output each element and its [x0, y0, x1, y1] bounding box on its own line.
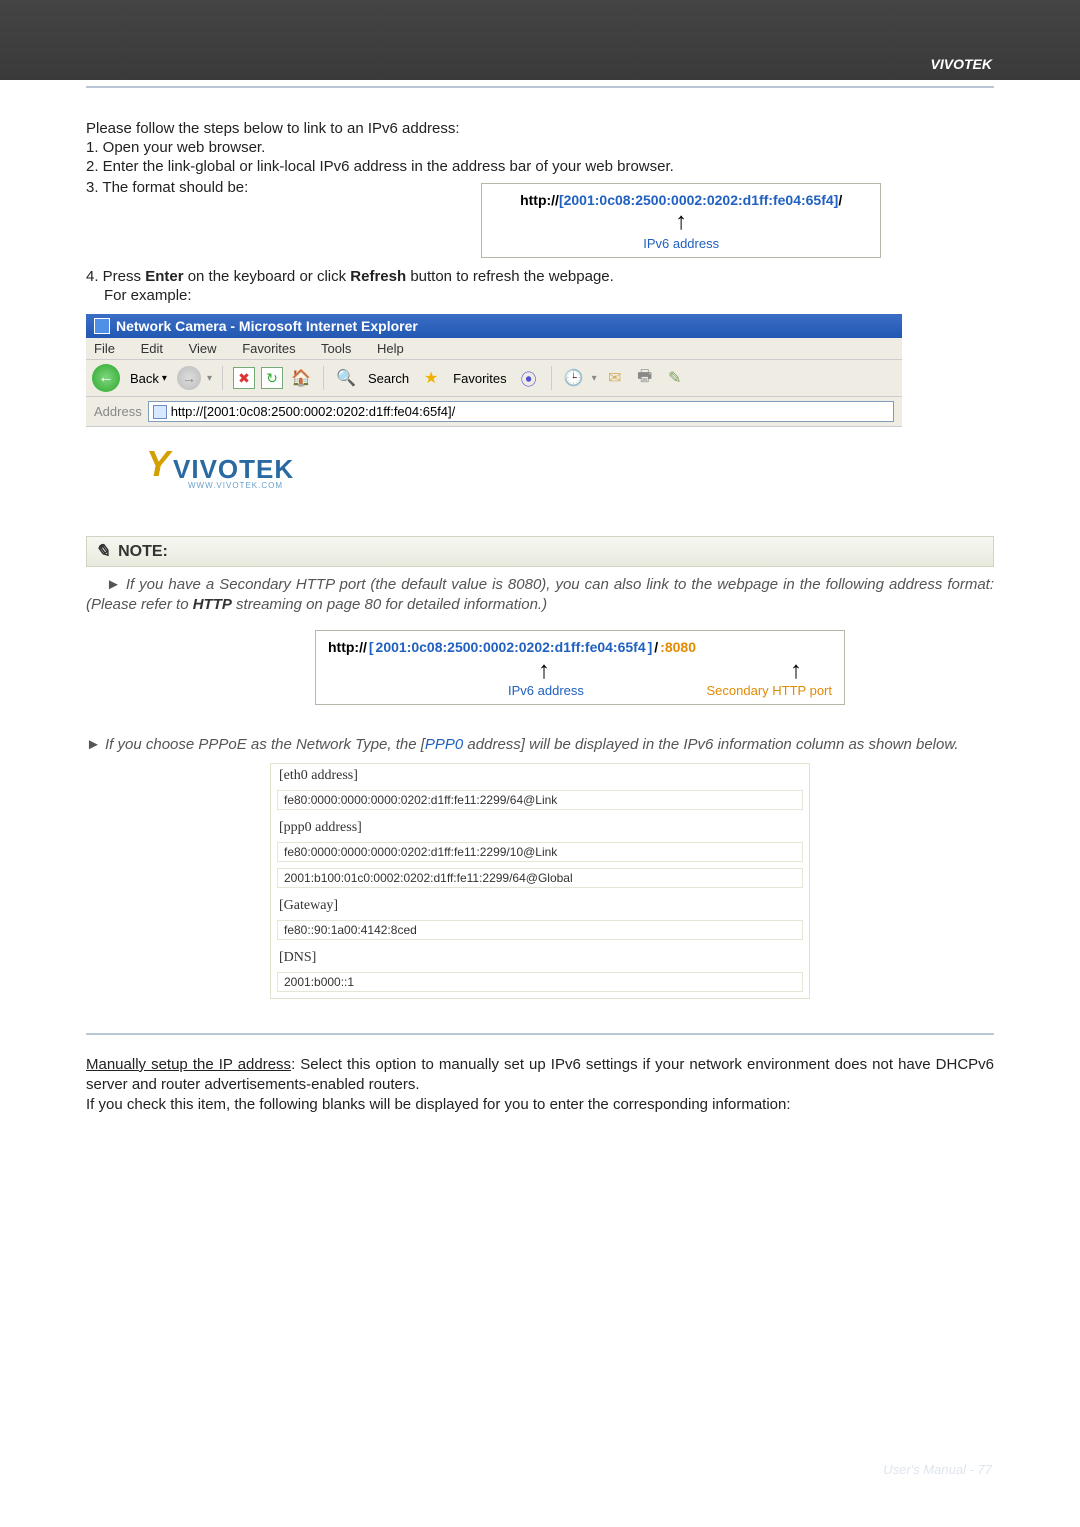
ppp0-value-2: 2001:b100:01c0:0002:0202:d1ff:fe11:2299/… [277, 868, 803, 888]
note-p1c: streaming on page 80 for detailed inform… [232, 596, 547, 613]
mail-icon[interactable]: ✉ [603, 366, 627, 390]
step-4b: For example: [104, 287, 994, 304]
menu-help[interactable]: Help [377, 341, 404, 356]
ipv6-label: IPv6 address [494, 236, 868, 251]
note-icon: ✎ [95, 541, 110, 562]
dns-value: 2001:b000::1 [277, 972, 803, 992]
note-header: ✎ NOTE: [86, 536, 994, 567]
menu-file[interactable]: File [94, 341, 115, 356]
dns-header: [DNS] [271, 946, 809, 970]
url-prefix: http:// [520, 192, 559, 208]
url2-port: :8080 [660, 639, 696, 655]
back-button[interactable]: Back ▾ [126, 369, 171, 388]
url-addr: 2001:0c08:2500:0002:0202:d1ff:fe04:65f4 [564, 192, 834, 208]
brand-label: VIVOTEK [931, 56, 992, 72]
note-p2a: ► If you choose PPPoE as the Network Typ… [86, 736, 425, 753]
ipv6-url-box: http://[2001:0c08:2500:0002:0202:d1ff:fe… [481, 183, 881, 258]
divider-mid [86, 1033, 994, 1035]
url2-prefix: http:// [328, 639, 367, 655]
address-input[interactable]: http://[2001:0c08:2500:0002:0202:d1ff:fe… [148, 401, 894, 422]
ie-titlebar: Network Camera - Microsoft Internet Expl… [86, 314, 902, 338]
ipv6-info-table: [eth0 address] fe80:0000:0000:0000:0202:… [270, 763, 810, 999]
address-label: Address [94, 404, 142, 419]
history-icon[interactable]: 🕒 [562, 366, 586, 390]
refresh-icon[interactable]: ↻ [261, 367, 283, 389]
page-footer: User's Manual - 77 [883, 1462, 992, 1477]
favorites-button[interactable]: Favorites [449, 369, 510, 388]
address-value: http://[2001:0c08:2500:0002:0202:d1ff:fe… [171, 404, 456, 419]
eth0-header: [eth0 address] [271, 764, 809, 788]
step-2: 2. Enter the link-global or link-local I… [86, 158, 994, 175]
intro-line: Please follow the steps below to link to… [86, 120, 994, 137]
step-1: 1. Open your web browser. [86, 139, 994, 156]
media-icon[interactable]: ⦿ [517, 366, 541, 390]
note-title: NOTE: [118, 543, 168, 561]
step-3: 3. The format should be: [86, 179, 248, 196]
url2-suffix: / [654, 639, 658, 655]
toolbar-sep-1 [222, 366, 223, 390]
arrow-up-icon: ↑ [494, 210, 868, 234]
url2-close: ] [648, 639, 653, 655]
ipv6-url: http://[2001:0c08:2500:0002:0202:d1ff:fe… [494, 192, 868, 208]
toolbar-sep-2 [323, 366, 324, 390]
gateway-value: fe80::90:1a00:4142:8ced [277, 920, 803, 940]
note-paragraph-1: ► If you have a Secondary HTTP port (the… [86, 575, 994, 616]
note-p1b: HTTP [193, 596, 232, 613]
forward-icon[interactable]: → [177, 366, 201, 390]
forward-dropdown[interactable]: ▾ [207, 373, 212, 384]
gateway-header: [Gateway] [271, 894, 809, 918]
ie-window: Network Camera - Microsoft Internet Expl… [86, 314, 902, 500]
ppp0-value-1: fe80:0000:0000:0000:0202:d1ff:fe11:2299/… [277, 842, 803, 862]
note-p2c: address] will be displayed in the IPv6 i… [463, 736, 958, 753]
menu-tools[interactable]: Tools [321, 341, 351, 356]
search-icon[interactable]: 🔍 [334, 366, 358, 390]
menu-edit[interactable]: Edit [141, 341, 163, 356]
ie-toolbar: ← Back ▾ → ▾ ✖ ↻ 🏠 🔍 Search ★ Favorites … [86, 360, 902, 397]
ie-body: Y VIVOTEK WWW.VIVOTEK.COM [86, 427, 902, 500]
ppp0-header: [ppp0 address] [271, 816, 809, 840]
back-icon[interactable]: ← [92, 364, 120, 392]
search-button[interactable]: Search [364, 369, 413, 388]
stop-icon[interactable]: ✖ [233, 367, 255, 389]
menu-view[interactable]: View [189, 341, 217, 356]
note-p2b: PPP0 [425, 736, 463, 753]
print-icon[interactable]: 🖶 [633, 366, 657, 390]
ipv6-url-port-box: http://[2001:0c08:2500:0002:0202:d1ff:fe… [315, 630, 845, 705]
arrow-up-icon-2: ↑ [538, 659, 550, 683]
ie-app-icon [94, 318, 110, 334]
eth0-value: fe80:0000:0000:0000:0202:d1ff:fe11:2299/… [277, 790, 803, 810]
url-suffix: / [838, 192, 842, 208]
url2-open: [ [369, 639, 374, 655]
url2-label-port: Secondary HTTP port [707, 683, 832, 698]
manual-paragraph: Manually setup the IP address: Select th… [86, 1055, 994, 1096]
url2-label-ipv6: IPv6 address [508, 683, 584, 698]
home-icon[interactable]: 🏠 [289, 366, 313, 390]
favorites-icon[interactable]: ★ [419, 366, 443, 390]
ipv6-url-port: http://[2001:0c08:2500:0002:0202:d1ff:fe… [328, 639, 832, 655]
step-4: 4. Press Enter on the keyboard or click … [86, 268, 994, 285]
edit-icon[interactable]: ✎ [663, 366, 687, 390]
ie-title: Network Camera - Microsoft Internet Expl… [116, 318, 418, 334]
enter-key: Enter [145, 268, 183, 285]
refresh-btn-ref: Refresh [350, 268, 406, 285]
manual-lead: Manually setup the IP address [86, 1056, 291, 1073]
ie-menubar: File Edit View Favorites Tools Help [86, 338, 902, 360]
ie-addressbar: Address http://[2001:0c08:2500:0002:0202… [86, 397, 902, 427]
divider-top [86, 86, 994, 88]
manual-paragraph-2: If you check this item, the following bl… [86, 1095, 994, 1115]
vivotek-logo: Y VIVOTEK [146, 443, 882, 485]
logo-y-icon: Y [146, 443, 170, 485]
url2-addr: 2001:0c08:2500:0002:0202:d1ff:fe04:65f4 [376, 639, 646, 655]
toolbar-sep-3 [551, 366, 552, 390]
note-paragraph-2: ► If you choose PPPoE as the Network Typ… [86, 735, 994, 755]
menu-favorites[interactable]: Favorites [242, 341, 295, 356]
page-icon [153, 405, 167, 419]
arrow-up-icon-3: ↑ [790, 659, 802, 683]
